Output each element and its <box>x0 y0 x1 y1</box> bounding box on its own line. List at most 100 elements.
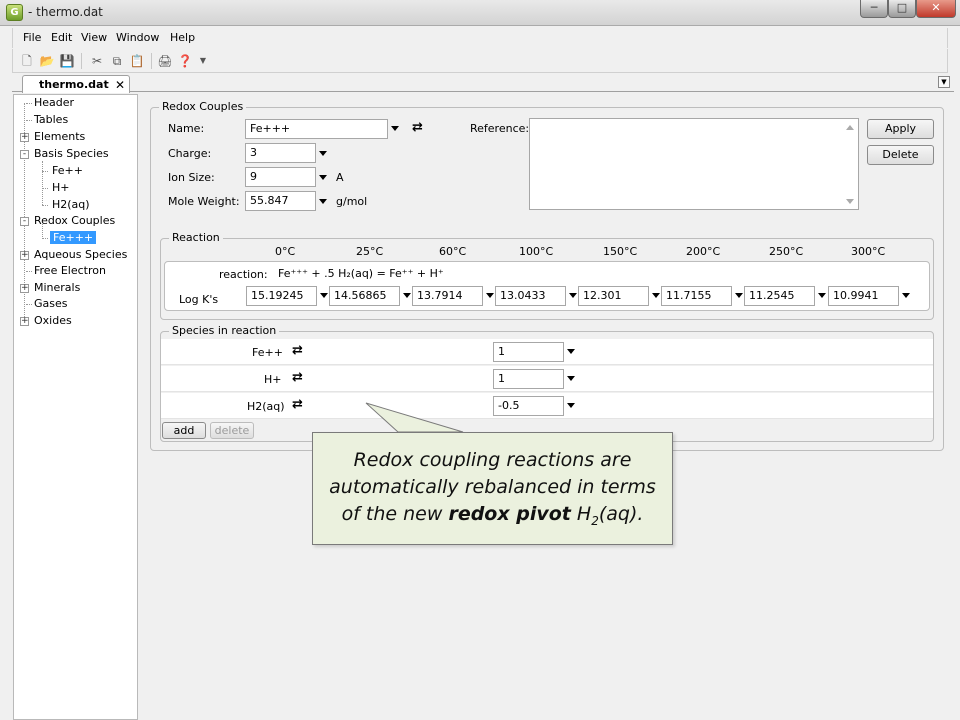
tree-item-h-plus[interactable]: H+ <box>42 180 70 196</box>
temp-header: 60°C <box>439 245 467 258</box>
collapse-icon[interactable]: - <box>20 150 29 159</box>
tree-item-gases[interactable]: Gases <box>26 296 68 312</box>
chevron-down-icon[interactable] <box>735 293 743 298</box>
chevron-down-icon[interactable] <box>320 293 328 298</box>
apply-button[interactable]: Apply <box>867 119 934 139</box>
tab-label: thermo.dat <box>39 78 109 91</box>
mole-weight-input[interactable]: 55.847 <box>245 191 316 211</box>
maximize-button[interactable]: □ <box>888 0 916 18</box>
swap-icon[interactable]: ⇄ <box>412 121 423 135</box>
menu-help[interactable]: Help <box>170 31 195 44</box>
callout-line-3: of the new redox pivot H2(aq). <box>341 503 644 528</box>
tree-item-aqueous-species[interactable]: + Aqueous Species <box>20 247 127 263</box>
logk-input[interactable]: 15.19245 <box>246 286 317 306</box>
scroll-down-icon[interactable] <box>846 199 854 204</box>
app-icon: G <box>6 4 23 21</box>
tree-item-tables[interactable]: Tables <box>26 112 68 128</box>
reference-textarea[interactable] <box>529 118 859 210</box>
delete-button[interactable]: Delete <box>867 145 934 165</box>
new-file-icon[interactable]: 🗋 <box>19 53 35 69</box>
swap-icon[interactable]: ⇄ <box>292 371 303 385</box>
menu-edit[interactable]: Edit <box>51 31 72 44</box>
cut-icon[interactable]: ✂ <box>89 53 105 69</box>
logk-input[interactable]: 12.301 <box>578 286 649 306</box>
temp-header: 200°C <box>686 245 721 258</box>
chevron-down-icon[interactable] <box>403 293 411 298</box>
logk-input[interactable]: 11.2545 <box>744 286 815 306</box>
chevron-down-icon[interactable] <box>567 349 575 354</box>
logk-input[interactable]: 11.7155 <box>661 286 732 306</box>
species-row: H2(aq) ⇄ -0.5 <box>161 393 933 419</box>
species-coef-input[interactable]: 1 <box>493 369 564 389</box>
close-icon[interactable]: ✕ <box>115 78 125 92</box>
tree-item-redox-couples[interactable]: - Redox Couples <box>20 213 115 229</box>
callout-line-1: Redox coupling reactions are <box>353 449 632 471</box>
tree-item-basis-species[interactable]: - Basis Species <box>20 146 109 162</box>
chevron-down-icon[interactable] <box>319 151 327 156</box>
tree-item-minerals[interactable]: + Minerals <box>20 280 80 296</box>
menu-view[interactable]: View <box>81 31 107 44</box>
chevron-down-icon[interactable] <box>567 376 575 381</box>
tree-item-h2aq[interactable]: H2(aq) <box>42 197 90 213</box>
logk-input[interactable]: 13.7914 <box>412 286 483 306</box>
toolbar-separator <box>151 53 152 69</box>
temp-header: 25°C <box>356 245 384 258</box>
chevron-down-icon[interactable]: ▼ <box>195 53 211 69</box>
tree-item-elements[interactable]: + Elements <box>20 129 85 145</box>
tree-item-fe3[interactable]: Fe+++ <box>42 230 97 246</box>
chevron-down-icon[interactable] <box>391 126 399 131</box>
minimize-button[interactable]: ─ <box>860 0 888 18</box>
menu-file[interactable]: File <box>23 31 41 44</box>
logk-input[interactable]: 10.9941 <box>828 286 899 306</box>
reference-label: Reference: <box>470 122 530 135</box>
group-title: Reaction <box>169 231 223 244</box>
print-icon[interactable]: 🖨 <box>157 53 173 69</box>
tree-item-header[interactable]: Header <box>26 95 74 111</box>
title-bar: G - thermo.dat ─ □ ✕ <box>0 0 960 26</box>
copy-icon[interactable]: ⧉ <box>109 53 125 69</box>
scroll-up-icon[interactable] <box>846 125 854 130</box>
temp-header: 100°C <box>519 245 554 258</box>
mole-weight-label: Mole Weight: <box>168 195 240 208</box>
swap-icon[interactable]: ⇄ <box>292 398 303 412</box>
delete-species-button[interactable]: delete <box>210 422 254 439</box>
chevron-down-icon[interactable] <box>902 293 910 298</box>
ion-size-input[interactable]: 9 <box>245 167 316 187</box>
expand-icon[interactable]: + <box>20 284 29 293</box>
add-species-button[interactable]: add <box>162 422 206 439</box>
logk-label: Log K's <box>179 293 219 306</box>
logk-input[interactable]: 13.0433 <box>495 286 566 306</box>
tab-thermo-dat[interactable]: thermo.dat ✕ <box>22 75 130 93</box>
chevron-down-icon[interactable] <box>319 199 327 204</box>
charge-input[interactable]: 3 <box>245 143 316 163</box>
collapse-icon[interactable]: - <box>20 217 29 226</box>
save-icon[interactable]: 💾 <box>59 53 75 69</box>
close-window-button[interactable]: ✕ <box>916 0 956 18</box>
expand-icon[interactable]: + <box>20 317 29 326</box>
open-folder-icon[interactable]: 📂 <box>39 53 55 69</box>
editor-panel: Redox Couples Name: Fe+++ ⇄ Charge: 3 Io… <box>140 94 960 720</box>
paste-icon[interactable]: 📋 <box>129 53 145 69</box>
swap-icon[interactable]: ⇄ <box>292 344 303 358</box>
species-coef-input[interactable]: 1 <box>493 342 564 362</box>
menu-window[interactable]: Window <box>116 31 159 44</box>
chevron-down-icon[interactable] <box>652 293 660 298</box>
chevron-down-icon[interactable] <box>486 293 494 298</box>
species-coef-input[interactable]: -0.5 <box>493 396 564 416</box>
tab-list-dropdown[interactable]: ▼ <box>938 76 950 88</box>
help-icon[interactable]: ❓ <box>177 53 193 69</box>
tree-item-free-electron[interactable]: Free Electron <box>26 263 106 279</box>
logk-input[interactable]: 14.56865 <box>329 286 400 306</box>
mole-weight-unit: g/mol <box>336 195 368 208</box>
chevron-down-icon[interactable] <box>569 293 577 298</box>
tree-item-fe2[interactable]: Fe++ <box>42 163 83 179</box>
chevron-down-icon[interactable] <box>818 293 826 298</box>
name-input[interactable]: Fe+++ <box>245 119 388 139</box>
menu-bar: File Edit View Window Help <box>12 28 948 48</box>
expand-icon[interactable]: + <box>20 251 29 260</box>
expand-icon[interactable]: + <box>20 133 29 142</box>
callout-emphasis: redox pivot <box>448 503 571 525</box>
chevron-down-icon[interactable] <box>319 175 327 180</box>
tree-item-oxides[interactable]: + Oxides <box>20 313 72 329</box>
chevron-down-icon[interactable] <box>567 403 575 408</box>
